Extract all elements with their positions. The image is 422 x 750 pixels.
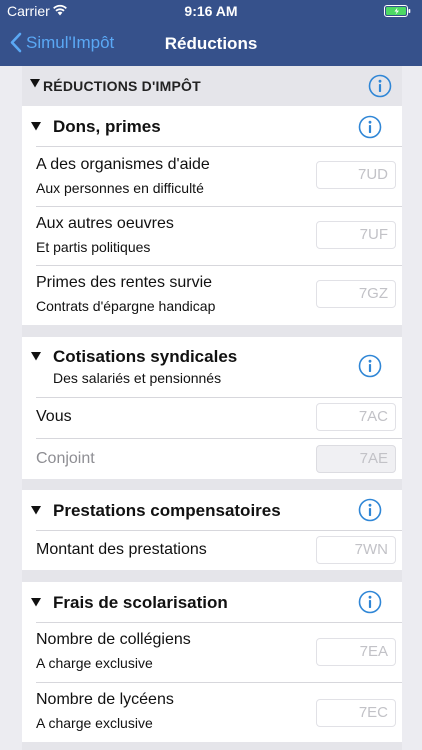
card-subtitle: Des salariés et pensionnés <box>53 370 222 386</box>
row-label: Nombre de collégiens <box>36 631 191 648</box>
list-item: Aux autres oeuvres Et partis politiques … <box>22 206 402 265</box>
navigation-bar: Simul'Impôt Réductions <box>0 22 422 66</box>
divider <box>36 146 402 147</box>
row-label: Aux autres oeuvres <box>36 215 174 232</box>
list-item: Nombre de collégiens A charge exclusive … <box>22 622 402 682</box>
row-label: Montant des prestations <box>36 541 207 558</box>
code-field-7gz[interactable]: 7GZ <box>316 280 396 308</box>
triangle-down-icon <box>31 122 41 131</box>
info-icon[interactable] <box>358 354 382 378</box>
row-label: Primes des rentes survie <box>36 274 213 291</box>
card-title: Frais de scolarisation <box>53 593 228 612</box>
status-time: 9:16 AM <box>184 3 238 19</box>
card-title: Dons, primes <box>53 117 161 136</box>
divider <box>36 397 402 398</box>
card-title: Cotisations syndicales <box>53 347 238 366</box>
row-label: Conjoint <box>36 450 95 467</box>
row-sublabel: A charge exclusive <box>36 655 153 671</box>
row-label: Nombre de lycéens <box>36 691 174 708</box>
list-item: Vous 7AC <box>22 397 402 438</box>
code-field-7ae[interactable]: 7AE <box>316 445 396 473</box>
code-field-7ea[interactable]: 7EA <box>316 638 396 666</box>
row-sublabel: A charge exclusive <box>36 715 153 731</box>
status-bar: Carrier 9:16 AM <box>0 0 422 22</box>
code-field-7ud[interactable]: 7UD <box>316 161 396 189</box>
info-icon[interactable] <box>358 590 382 614</box>
card-frais-de-scolarisation: Frais de scolarisation Nombre de collégi… <box>22 582 402 742</box>
info-icon[interactable] <box>368 74 392 98</box>
row-label: Vous <box>36 408 72 425</box>
battery-icon <box>384 5 411 17</box>
divider <box>36 206 402 207</box>
info-icon[interactable] <box>358 498 382 522</box>
divider <box>36 622 402 623</box>
info-icon[interactable] <box>358 115 382 139</box>
list-item: Nombre de lycéens A charge exclusive 7EC <box>22 682 402 742</box>
divider <box>36 265 402 266</box>
list-item: Montant des prestations 7WN <box>22 530 402 570</box>
card-prestations-compensatoires: Prestations compensatoires Montant des p… <box>22 490 402 570</box>
card-header[interactable]: Prestations compensatoires <box>22 490 402 530</box>
list-item: Primes des rentes survie Contrats d'épar… <box>22 265 402 325</box>
card-cotisations-syndicales: Cotisations syndicales Des salariés et p… <box>22 337 402 479</box>
code-field-7wn[interactable]: 7WN <box>316 536 396 564</box>
card-header[interactable]: Dons, primes <box>22 106 402 146</box>
code-field-7ac[interactable]: 7AC <box>316 403 396 431</box>
list-item: A des organismes d'aide Aux personnes en… <box>22 146 402 206</box>
card-title: Prestations compensatoires <box>53 501 281 520</box>
row-sublabel: Aux personnes en difficulté <box>36 180 204 196</box>
divider <box>36 530 402 531</box>
section-title: RÉDUCTIONS D'IMPÔT <box>43 78 201 94</box>
card-header[interactable]: Frais de scolarisation <box>22 582 402 622</box>
triangle-down-icon <box>31 506 41 515</box>
row-sublabel: Et partis politiques <box>36 239 151 255</box>
page-title: Réductions <box>164 34 258 53</box>
code-field-7ec[interactable]: 7EC <box>316 699 396 727</box>
triangle-down-icon <box>31 598 41 607</box>
triangle-down-icon <box>30 79 40 88</box>
divider <box>36 682 402 683</box>
section-header[interactable]: RÉDUCTIONS D'IMPÔT <box>22 66 402 106</box>
content-area: RÉDUCTIONS D'IMPÔT Dons, primes A des or… <box>22 66 402 750</box>
row-label: A des organismes d'aide <box>36 156 210 173</box>
divider <box>36 438 402 439</box>
card-dons-primes: Dons, primes A des organismes d'aide Aux… <box>22 106 402 325</box>
list-item: Conjoint 7AE <box>22 438 402 479</box>
code-field-7uf[interactable]: 7UF <box>316 221 396 249</box>
card-header[interactable]: Cotisations syndicales Des salariés et p… <box>22 337 402 397</box>
row-sublabel: Contrats d'épargne handicap <box>36 298 216 314</box>
triangle-down-icon <box>31 352 41 361</box>
